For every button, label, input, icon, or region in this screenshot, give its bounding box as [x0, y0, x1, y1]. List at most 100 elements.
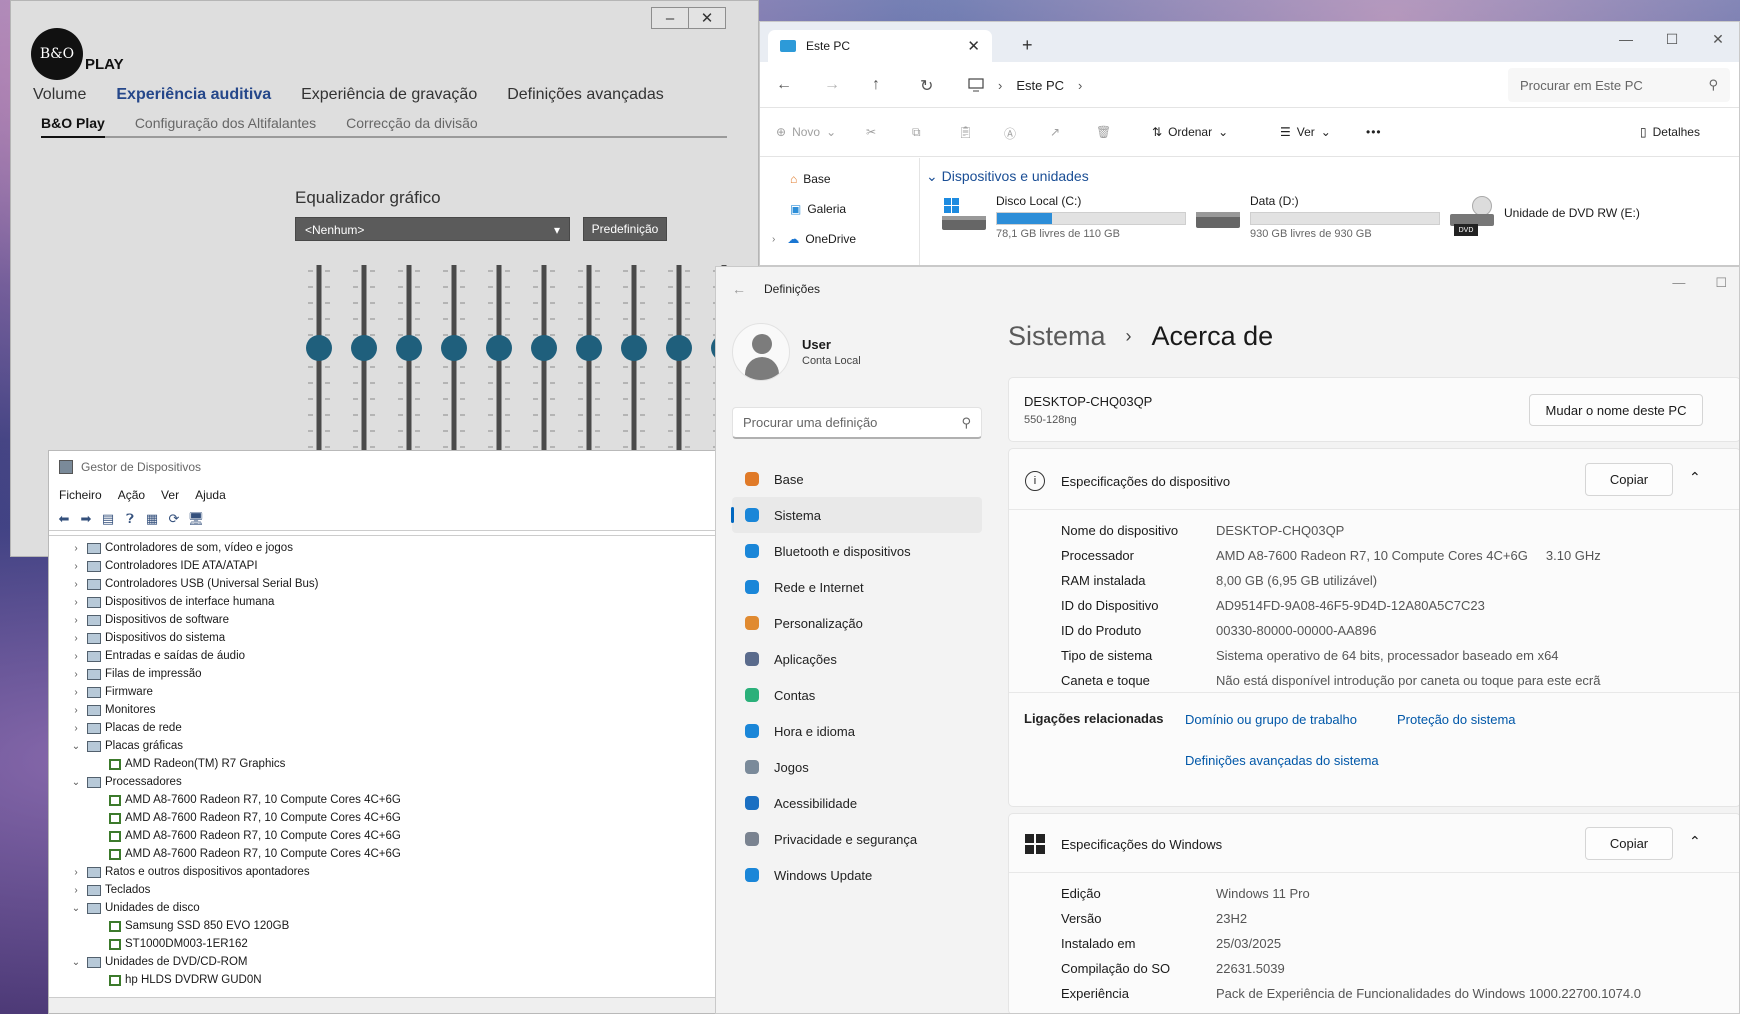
back-arrow-icon[interactable]: ←	[732, 281, 746, 297]
drive-d[interactable]: Data (D:) 930 GB livres de 930 GB	[1194, 194, 1440, 240]
eq-slider-knob[interactable]	[666, 335, 692, 361]
refresh-icon[interactable]: ↻	[920, 76, 933, 96]
more-options-button[interactable]: •••	[1366, 125, 1382, 139]
eq-slider-knob[interactable]	[351, 335, 377, 361]
menu-acao[interactable]: Ação	[118, 488, 145, 502]
chevron-up-icon[interactable]: ⌃	[1689, 833, 1701, 850]
chevron-right-icon[interactable]: ›	[69, 669, 83, 680]
device-category[interactable]: ⌄ Unidades de DVD/CD-ROM	[69, 953, 248, 971]
copy-device-specs-button[interactable]: Copiar	[1585, 463, 1673, 496]
device-item[interactable]: hp HLDS DVDRW GUD0N	[105, 971, 262, 989]
help-icon[interactable]: ❓︎	[121, 511, 139, 527]
link-protecao[interactable]: Proteção do sistema	[1397, 712, 1516, 727]
chevron-right-icon[interactable]: ›	[69, 633, 83, 644]
nav-item-bluetooth[interactable]: Bluetooth e dispositivos	[732, 533, 982, 569]
tab-experiencia-auditiva[interactable]: Experiência auditiva	[116, 86, 271, 104]
minimize-button[interactable]: —	[1672, 275, 1685, 291]
explorer-search-input[interactable]: Procurar em Este PC ⚲	[1508, 68, 1730, 102]
nav-item-wifi[interactable]: Rede e Internet	[732, 569, 982, 605]
nav-item-update[interactable]: Windows Update	[732, 857, 982, 893]
settings-search-input[interactable]: Procurar uma definição ⚲	[732, 407, 982, 439]
menu-ajuda[interactable]: Ajuda	[195, 488, 226, 502]
device-category[interactable]: › Controladores de som, vídeo e jogos	[69, 539, 293, 557]
eq-slider-knob[interactable]	[306, 335, 332, 361]
new-tab-button[interactable]: +	[1022, 35, 1033, 56]
paste-icon[interactable]: 📋︎	[958, 125, 973, 139]
back-arrow-icon[interactable]: ←	[776, 76, 792, 94]
breadcrumb-sistema[interactable]: Sistema	[1008, 321, 1106, 352]
forward-arrow-icon[interactable]: →	[824, 76, 840, 94]
device-category[interactable]: › Dispositivos de software	[69, 611, 229, 629]
tab-experiencia-gravacao[interactable]: Experiência de gravação	[301, 86, 477, 104]
copy-windows-specs-button[interactable]: Copiar	[1585, 827, 1673, 860]
view-button[interactable]: ☰ Ver ⌄	[1280, 125, 1331, 139]
device-item[interactable]: AMD A8-7600 Radeon R7, 10 Compute Cores …	[105, 827, 401, 845]
chevron-down-icon[interactable]: ⌄	[69, 741, 83, 752]
cut-icon[interactable]: ✂	[866, 125, 876, 139]
nav-item-accessibility[interactable]: Acessibilidade	[732, 785, 982, 821]
chevron-right-icon[interactable]: ›	[69, 705, 83, 716]
chevron-right-icon[interactable]: ›	[69, 597, 83, 608]
device-item[interactable]: AMD Radeon(TM) R7 Graphics	[105, 755, 285, 773]
chevron-right-icon[interactable]: ›	[69, 723, 83, 734]
chevron-down-icon[interactable]: ⌄	[69, 957, 83, 968]
drive-c[interactable]: Disco Local (C:) 78,1 GB livres de 110 G…	[940, 194, 1186, 240]
chevron-right-icon[interactable]: ›	[69, 651, 83, 662]
list-view-icon[interactable]: ▦	[143, 511, 161, 527]
chevron-right-icon[interactable]: ›	[69, 561, 83, 572]
eq-slider-knob[interactable]	[621, 335, 647, 361]
rename-icon[interactable]: Ⓐ	[1004, 125, 1016, 142]
sort-button[interactable]: ⇅ Ordenar ⌄	[1152, 125, 1228, 139]
device-category[interactable]: › Controladores USB (Universal Serial Bus…	[69, 575, 318, 593]
nav-item-clock-globe[interactable]: Hora e idioma	[732, 713, 982, 749]
device-category[interactable]: › Entradas e saídas de áudio	[69, 647, 245, 665]
share-icon[interactable]: ↗	[1050, 125, 1060, 139]
chevron-right-icon[interactable]: ›	[69, 615, 83, 626]
device-category[interactable]: › Ratos e outros dispositivos apontadores	[69, 863, 309, 881]
explorer-tab[interactable]: Este PC ✕	[768, 30, 992, 62]
eq-slider-knob[interactable]	[531, 335, 557, 361]
device-category[interactable]: › Dispositivos de interface humana	[69, 593, 274, 611]
device-category[interactable]: › Dispositivos do sistema	[69, 629, 225, 647]
minimize-button[interactable]: —	[1603, 22, 1649, 56]
eq-slider-knob[interactable]	[486, 335, 512, 361]
link-definicoes-avancadas[interactable]: Definições avançadas do sistema	[1185, 753, 1379, 768]
chevron-down-icon[interactable]: ⌄	[69, 903, 83, 914]
new-button[interactable]: ⊕ Novo ⌄	[776, 125, 836, 139]
device-category[interactable]: › Teclados	[69, 881, 150, 899]
close-button[interactable]: ✕	[688, 7, 726, 29]
nav-item-onedrive[interactable]: › ☁ OneDrive	[772, 232, 856, 246]
menu-ficheiro[interactable]: Ficheiro	[59, 488, 102, 502]
tab-definicoes-avancadas[interactable]: Definições avançadas	[507, 86, 664, 104]
nav-item-shield[interactable]: Privacidade e segurança	[732, 821, 982, 857]
eq-slider-knob[interactable]	[576, 335, 602, 361]
eq-slider-knob[interactable]	[441, 335, 467, 361]
copy-icon[interactable]: ⧉	[912, 125, 921, 140]
equalizer-sliders[interactable]	[291, 263, 731, 453]
chevron-down-icon[interactable]: ⌄	[69, 777, 83, 788]
scan-hardware-icon[interactable]: ⟳	[165, 511, 183, 527]
forward-arrow-icon[interactable]: ➡	[77, 511, 95, 527]
device-category[interactable]: › Monitores	[69, 701, 155, 719]
device-category[interactable]: ⌄ Placas gráficas	[69, 737, 183, 755]
monitor-icon[interactable]: 🖥︎	[187, 511, 205, 527]
device-item[interactable]: AMD A8-7600 Radeon R7, 10 Compute Cores …	[105, 791, 401, 809]
rename-pc-button[interactable]: Mudar o nome deste PC	[1529, 394, 1703, 426]
nav-item-base[interactable]: ⌂ Base	[790, 172, 831, 186]
link-dominio[interactable]: Domínio ou grupo de trabalho	[1185, 712, 1357, 727]
device-category[interactable]: › Controladores IDE ATA/ATAPI	[69, 557, 257, 575]
minimize-button[interactable]: –	[651, 7, 689, 29]
properties-icon[interactable]: ▤	[99, 511, 117, 527]
chevron-right-icon[interactable]: ›	[69, 687, 83, 698]
chevron-right-icon[interactable]: ›	[69, 579, 83, 590]
breadcrumb-este-pc[interactable]: Este PC	[1016, 78, 1064, 93]
device-category[interactable]: › Filas de impressão	[69, 665, 201, 683]
nav-item-gamepad[interactable]: Jogos	[732, 749, 982, 785]
up-arrow-icon[interactable]: ↑	[872, 76, 880, 94]
device-category[interactable]: › Placas de rede	[69, 719, 181, 737]
tab-volume[interactable]: Volume	[33, 86, 86, 104]
close-tab-icon[interactable]: ✕	[967, 37, 980, 55]
chevron-right-icon[interactable]: ›	[69, 543, 83, 554]
device-item[interactable]: AMD A8-7600 Radeon R7, 10 Compute Cores …	[105, 809, 401, 827]
maximize-button[interactable]: ☐	[1649, 22, 1695, 56]
